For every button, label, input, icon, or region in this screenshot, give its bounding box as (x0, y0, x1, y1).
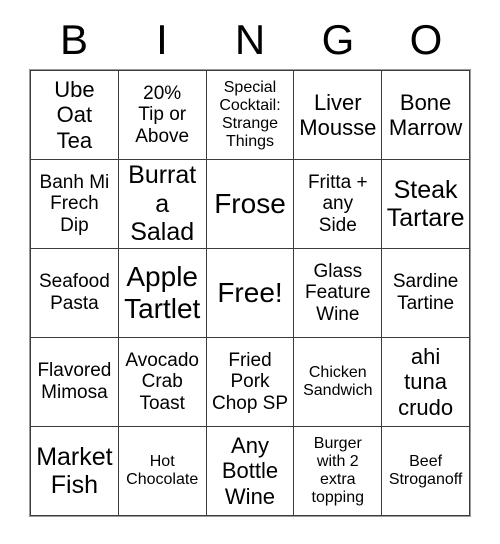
bingo-header-letter-g: G (321, 16, 355, 63)
bingo-cell-b1[interactable]: Ube Oat Tea (31, 71, 119, 160)
bingo-cell-i4[interactable]: Avocado Crab Toast (118, 338, 207, 427)
bingo-cell-label: Hot Chocolate (126, 452, 199, 488)
bingo-cell-free-space[interactable]: Free! (206, 249, 295, 338)
bingo-cell-label: Fried Pork Chop SP (211, 349, 289, 414)
bingo-cell-label: Burrata Salad (128, 161, 197, 247)
bingo-cell-label: Glass Feature Wine (305, 260, 371, 325)
bingo-cell-label: Free! (217, 277, 283, 309)
bingo-cell-label: Chicken Sandwich (303, 363, 373, 399)
bingo-cell-label: Avocado Crab Toast (125, 349, 199, 414)
bingo-cell-label: Banh Mi Frech Dip (39, 171, 110, 236)
bingo-cell-label: 20% Tip or Above (135, 82, 190, 147)
bingo-cell-label: Any Bottle Wine (221, 433, 279, 509)
bingo-cell-o1[interactable]: Bone Marrow (382, 71, 470, 160)
bingo-cell-label: Ube Oat Tea (54, 77, 95, 153)
bingo-cell-label: Fritta + any Side (307, 171, 368, 236)
bingo-cell-o4[interactable]: ahi tuna crudo (382, 338, 470, 427)
bingo-cell-label: Sardine Tartine (392, 271, 459, 314)
bingo-cell-label: ahi tuna crudo (398, 344, 454, 420)
bingo-cell-i5[interactable]: Hot Chocolate (118, 427, 207, 516)
bingo-cell-i3[interactable]: Apple Tartlet (118, 249, 207, 338)
bingo-cell-o5[interactable]: Beef Stroganoff (382, 427, 470, 516)
bingo-cell-b4[interactable]: Flavored Mimosa (31, 338, 119, 427)
bingo-cell-label: Beef Stroganoff (388, 452, 463, 488)
bingo-header-letter-n: N (234, 16, 266, 63)
bingo-cell-i1[interactable]: 20% Tip or Above (118, 71, 207, 160)
bingo-cell-g3[interactable]: Glass Feature Wine (294, 249, 383, 338)
bingo-header-letter-o: O (409, 16, 443, 63)
bingo-card: B I N G O Ube Oat Tea 20% Tip or Above S… (0, 0, 500, 544)
bingo-cell-o2[interactable]: Steak Tartare (382, 160, 470, 249)
bingo-cell-g1[interactable]: Liver Mousse (294, 71, 383, 160)
bingo-cell-g2[interactable]: Fritta + any Side (294, 160, 383, 249)
bingo-cell-label: Burger with 2 extra topping (311, 434, 365, 507)
bingo-grid: Ube Oat Tea 20% Tip or Above Special Coc… (30, 70, 470, 516)
bingo-cell-label: Special Cocktail: Strange Things (219, 78, 281, 151)
bingo-cell-g4[interactable]: Chicken Sandwich (294, 338, 383, 427)
bingo-cell-b5[interactable]: Market Fish (31, 427, 119, 516)
bingo-cell-label: Steak Tartare (386, 175, 465, 233)
bingo-cell-label: Apple Tartlet (124, 261, 201, 324)
bingo-cell-label: Frose (214, 188, 286, 220)
bingo-cell-label: Liver Mousse (299, 89, 377, 140)
bingo-cell-g5[interactable]: Burger with 2 extra topping (294, 427, 383, 516)
bingo-cell-b3[interactable]: Seafood Pasta (31, 249, 119, 338)
bingo-cell-label: Seafood Pasta (39, 271, 110, 314)
bingo-cell-b2[interactable]: Banh Mi Frech Dip (31, 160, 119, 249)
bingo-cell-i2[interactable]: Burrata Salad (118, 160, 207, 249)
bingo-cell-n5[interactable]: Any Bottle Wine (206, 427, 295, 516)
bingo-cell-label: Market Fish (36, 442, 113, 500)
bingo-cell-label: Bone Marrow (388, 89, 463, 140)
bingo-header-letter-b: B (59, 16, 88, 63)
bingo-header-letter-i: I (156, 16, 168, 63)
bingo-cell-o3[interactable]: Sardine Tartine (382, 249, 470, 338)
bingo-cell-label: Flavored Mimosa (37, 360, 112, 403)
bingo-cell-n2[interactable]: Frose (206, 160, 295, 249)
bingo-cell-n4[interactable]: Fried Pork Chop SP (206, 338, 295, 427)
bingo-cell-n1[interactable]: Special Cocktail: Strange Things (206, 71, 295, 160)
bingo-header-row: B I N G O (30, 12, 470, 68)
